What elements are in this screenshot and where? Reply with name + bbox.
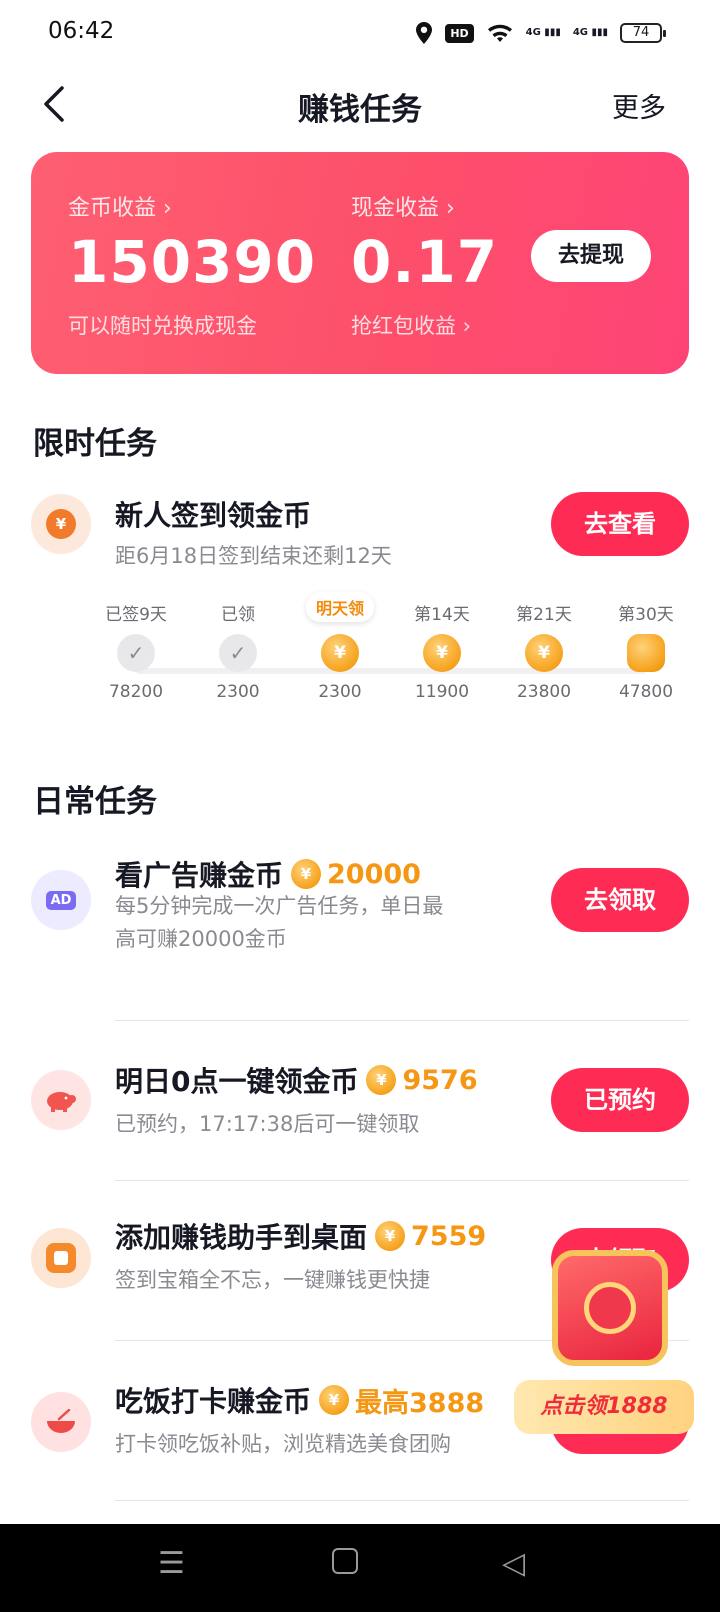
task-desc-line1: 每5分钟完成一次广告任务，单日最 bbox=[115, 894, 444, 918]
step-label: 明天领 bbox=[290, 592, 390, 622]
back-icon[interactable]: ◁ bbox=[502, 1546, 525, 1581]
task-desc-line2: 高可赚20000金币 bbox=[115, 927, 287, 951]
signal-4g-icon: 4G ▮▮▮ bbox=[525, 27, 561, 38]
task-desc: 距6月18日签到结束还剩12天 bbox=[115, 544, 392, 568]
coin-icon: ¥ bbox=[525, 634, 563, 672]
coin-earnings-value: 150390 bbox=[68, 228, 317, 296]
step-label: 第14天 bbox=[414, 605, 470, 625]
task-reward: ¥20000 bbox=[291, 859, 421, 890]
bowl-icon bbox=[31, 1392, 91, 1452]
task-desc: 签到宝箱全不忘，一键赚钱更快捷 bbox=[115, 1268, 430, 1292]
step-label: 已签9天 bbox=[105, 605, 167, 625]
coin-icon: ¥ bbox=[375, 1221, 406, 1251]
signin-step: 已领 ✓ 2300 bbox=[188, 600, 288, 702]
task-reward: ¥9576 bbox=[366, 1065, 478, 1096]
hd-icon: HD bbox=[445, 23, 474, 43]
coin-icon: ¥ bbox=[291, 859, 322, 889]
step-value: 78200 bbox=[108, 682, 164, 702]
view-button[interactable]: 去查看 bbox=[551, 492, 689, 556]
signin-step: 第30天 47800 bbox=[596, 600, 696, 702]
status-bar: 06:42 HD 4G ▮▮▮ 4G ▮▮▮ 74 bbox=[0, 0, 720, 66]
daily-tasks-heading: 日常任务 bbox=[33, 784, 157, 820]
piggy-bank-icon bbox=[31, 1070, 91, 1130]
ad-icon: AD bbox=[31, 870, 91, 930]
divider bbox=[115, 1500, 689, 1501]
step-value: 47800 bbox=[618, 682, 674, 702]
coin-icon: ¥ bbox=[31, 494, 91, 554]
task-reward: ¥7559 bbox=[375, 1221, 486, 1252]
signin-step: 第21天 ¥23800 bbox=[494, 600, 594, 702]
wifi-icon bbox=[487, 24, 512, 42]
coin-earnings-link[interactable]: 金币收益 › bbox=[68, 190, 172, 222]
coin-stack-icon bbox=[627, 634, 665, 672]
divider bbox=[115, 1020, 689, 1021]
step-label: 第21天 bbox=[516, 605, 572, 625]
signin-step: 已签9天 ✓ 78200 bbox=[86, 600, 186, 702]
earnings-card: 金币收益 › 150390 可以随时兑换成现金 现金收益 › 0.17 抢红包收… bbox=[31, 152, 689, 374]
promo-label: 点击领1888 bbox=[514, 1380, 694, 1434]
task-desc: 已预约，17:17:38后可一键领取 bbox=[115, 1112, 420, 1136]
signin-step: 明天领 ¥2300 bbox=[290, 592, 390, 702]
task-title: 添加赚钱助手到桌面 ¥7559 bbox=[115, 1220, 487, 1255]
step-label: 第30天 bbox=[618, 605, 674, 625]
status-icons: HD 4G ▮▮▮ 4G ▮▮▮ 74 bbox=[415, 18, 666, 48]
cash-earnings-link[interactable]: 现金收益 › bbox=[351, 190, 455, 222]
more-button[interactable]: 更多 bbox=[612, 86, 666, 125]
claim-button[interactable]: 去领取 bbox=[551, 868, 689, 932]
task-title: 看广告赚金币 ¥20000 bbox=[115, 858, 421, 893]
task-reward: ¥ 最高3888 bbox=[319, 1381, 484, 1420]
red-packet-earnings-link[interactable]: 抢红包收益 › bbox=[351, 310, 471, 340]
divider bbox=[115, 1180, 689, 1181]
desktop-widget-icon bbox=[31, 1228, 91, 1288]
coin-icon: ¥ bbox=[321, 634, 359, 672]
battery-icon: 74 bbox=[620, 23, 666, 43]
menu-icon[interactable]: ☰ bbox=[158, 1546, 185, 1581]
task-desc: 打卡领吃饭补贴，浏览精选美食团购 bbox=[115, 1432, 451, 1456]
step-label: 已领 bbox=[221, 605, 255, 625]
check-icon: ✓ bbox=[219, 634, 257, 672]
step-value: 2300 bbox=[318, 682, 362, 702]
step-value: 11900 bbox=[414, 682, 470, 702]
withdraw-button[interactable]: 去提现 bbox=[531, 230, 651, 282]
reserved-button[interactable]: 已预约 bbox=[551, 1068, 689, 1132]
task-title: 新人签到领金币 bbox=[115, 499, 312, 532]
cash-earnings-value: 0.17 bbox=[351, 228, 499, 296]
coin-earnings-hint: 可以随时兑换成现金 bbox=[68, 314, 257, 338]
floating-red-packet-promo[interactable]: 点击领1888 bbox=[514, 1240, 702, 1434]
task-title: 吃饭打卡赚金币 ¥ 最高3888 bbox=[115, 1380, 484, 1420]
limited-tasks-heading: 限时任务 bbox=[33, 426, 157, 462]
signin-step: 第14天 ¥11900 bbox=[392, 600, 492, 702]
status-time: 06:42 bbox=[48, 18, 115, 44]
home-icon[interactable] bbox=[332, 1548, 358, 1574]
signal-4g-icon-2: 4G ▮▮▮ bbox=[572, 27, 608, 38]
page-header: 赚钱任务 更多 bbox=[0, 72, 720, 140]
task-title: 明日0点一键领金币 ¥9576 bbox=[115, 1064, 478, 1099]
system-nav-bar: ☰ ◁ bbox=[0, 1524, 720, 1612]
coin-icon: ¥ bbox=[423, 634, 461, 672]
step-value: 2300 bbox=[216, 682, 260, 702]
coin-icon: ¥ bbox=[319, 1385, 350, 1415]
coin-icon: ¥ bbox=[366, 1065, 397, 1095]
step-value: 23800 bbox=[516, 682, 572, 702]
location-icon bbox=[416, 22, 433, 44]
red-packet-box-icon bbox=[552, 1250, 668, 1366]
check-icon: ✓ bbox=[117, 634, 155, 672]
